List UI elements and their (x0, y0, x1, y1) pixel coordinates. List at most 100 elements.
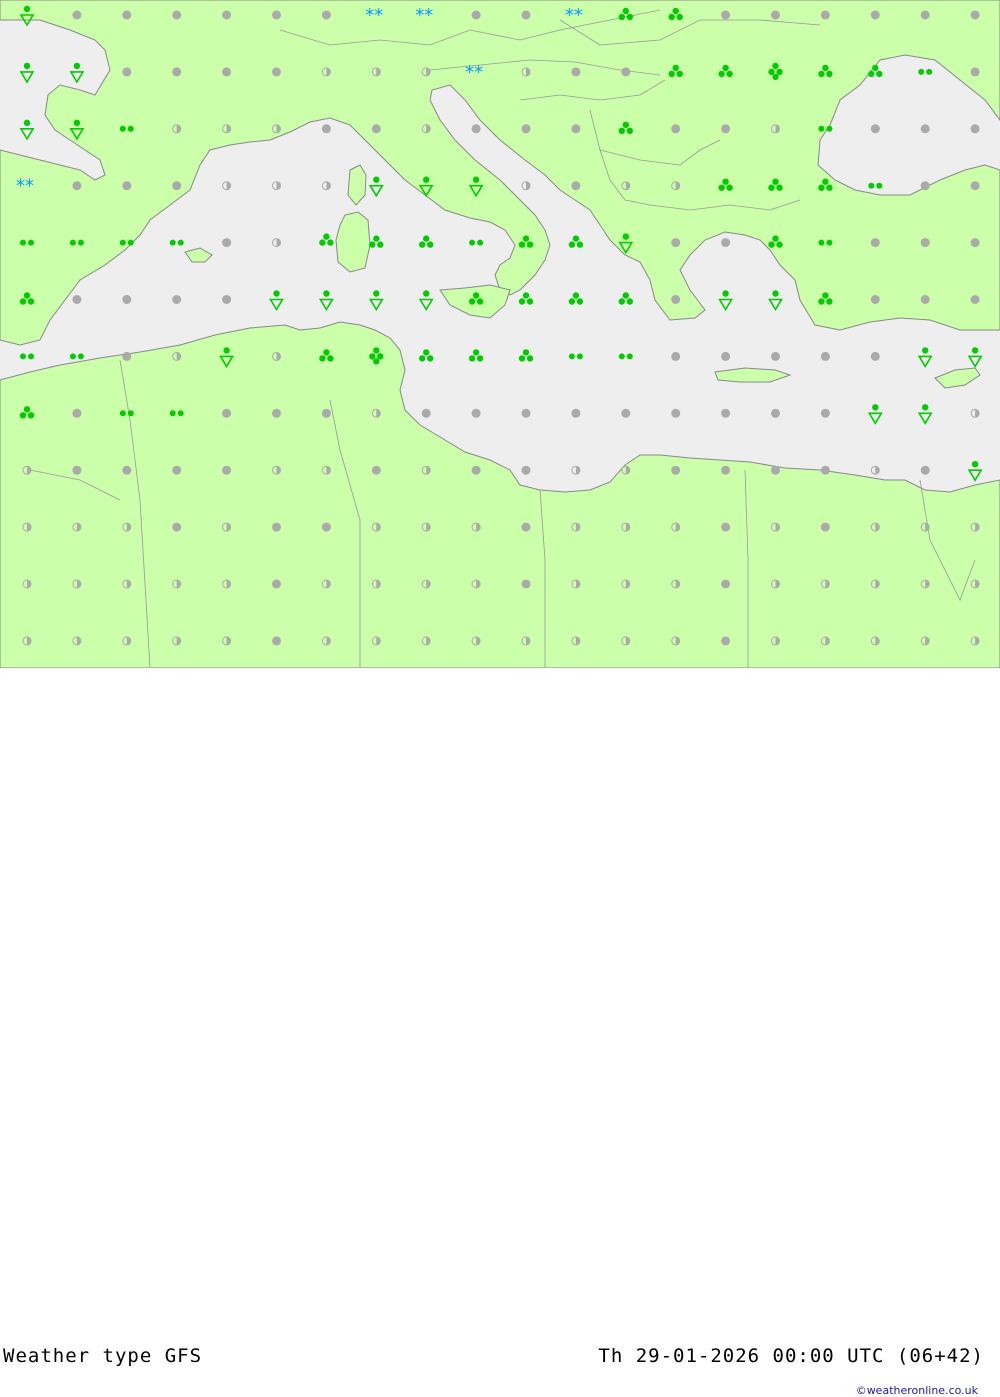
precip-dot (622, 292, 629, 299)
cloud-dot (820, 10, 830, 20)
cloud-dot (72, 181, 82, 191)
cloudy-icon (970, 10, 980, 20)
cloudy-icon (72, 408, 82, 418)
precip-dot (622, 7, 629, 15)
precip-dot (572, 292, 580, 299)
cloudy-icon (571, 408, 581, 418)
cloudy-icon (571, 67, 581, 77)
precip-dot (868, 70, 875, 78)
cloudy-icon (471, 465, 481, 475)
precip-dot (69, 239, 76, 246)
cloudy-icon (222, 295, 232, 304)
precip-dot (419, 241, 426, 248)
cloud-dot (72, 465, 82, 475)
precip-dot (423, 290, 430, 297)
cloudy-icon (970, 238, 980, 248)
cloud-dot (72, 10, 82, 20)
cloud-dot (122, 465, 132, 475)
precip-dot (876, 182, 883, 189)
precip-dot (427, 355, 434, 362)
precip-dot (323, 349, 330, 356)
precip-dot (19, 298, 27, 305)
cloudy-icon (721, 351, 731, 361)
cloud-dot (721, 238, 731, 248)
precip-dot (472, 176, 480, 183)
cloud-dot (122, 10, 132, 20)
cloud-dot (222, 408, 232, 418)
cloudy-icon (920, 10, 930, 20)
cloud-dot (721, 351, 731, 361)
precip-dot (726, 184, 733, 191)
footer: Weather type GFS Th 29-01-2026 00:00 UTC… (0, 668, 1000, 1397)
precip-dot (526, 298, 534, 305)
cloudy-icon (820, 351, 830, 361)
precip-dot (822, 64, 829, 72)
precip-dot (377, 241, 384, 248)
precip-dot (772, 62, 779, 70)
cloud-dot (621, 67, 631, 77)
precip-dot (718, 70, 725, 78)
precip-dot (568, 353, 575, 360)
cloudy-icon (72, 295, 82, 304)
cloudy-icon (471, 408, 481, 418)
precip-dot (472, 292, 480, 299)
cloudy-icon (970, 295, 980, 304)
svg-text:**: ** (465, 62, 483, 83)
cloud-dot (771, 408, 780, 418)
cloudy-icon (471, 10, 481, 20)
precip-dot (69, 353, 76, 360)
precip-dot (672, 7, 679, 15)
precip-dot (127, 410, 134, 417)
precip-dot (526, 241, 534, 248)
cloudy-icon (920, 238, 930, 248)
cloudy-icon (920, 465, 930, 475)
cloudy-icon (321, 10, 331, 20)
snow-icon: ** (565, 5, 583, 26)
cloudy-icon (122, 351, 132, 361)
cloud-dot (521, 408, 531, 418)
precip-dot (373, 176, 380, 183)
cloud-dot (970, 181, 980, 191)
cloud-dot (371, 465, 381, 475)
cloud-dot (771, 465, 780, 475)
cloud-dot (272, 579, 281, 589)
cloud-dot (172, 10, 182, 20)
precip-dot (23, 5, 31, 13)
precip-dot (20, 353, 26, 360)
precip-dot (776, 184, 783, 191)
cloudy-icon (771, 465, 780, 475)
precip-dot (119, 125, 126, 132)
cloud-dot (671, 124, 681, 134)
cloud-dot (272, 522, 281, 532)
precip-dot (319, 239, 326, 246)
cloud-dot (721, 124, 731, 134)
precip-dot (618, 13, 625, 21)
precip-dot (522, 349, 530, 356)
cloudy-icon (371, 124, 381, 134)
cloudy-icon (571, 124, 581, 134)
cloud-dot (771, 10, 780, 20)
cloudy-icon (820, 408, 830, 418)
precip-dot (826, 239, 833, 246)
precip-dot (476, 298, 484, 305)
svg-text:**: ** (365, 5, 383, 26)
cloudy-icon (521, 522, 531, 532)
cloudy-icon (371, 465, 381, 475)
precip-dot (772, 178, 779, 185)
precip-dot (323, 233, 330, 240)
cloudy-icon (671, 408, 681, 418)
cloudy-icon (671, 295, 681, 304)
cloud-dot (870, 10, 880, 20)
cloudy-icon (671, 238, 681, 248)
precip-dot (177, 239, 184, 246)
precip-dot (772, 290, 779, 297)
cloud-dot (172, 67, 182, 77)
credit-link[interactable]: ©weatheronline.co.uk (856, 1384, 978, 1397)
precip-dot (323, 290, 330, 297)
precip-dot (776, 241, 783, 248)
precip-dot (518, 298, 526, 305)
precip-dot (768, 241, 775, 248)
cloud-dot (172, 181, 182, 191)
cloud-dot (571, 408, 581, 418)
cloud-dot (272, 636, 281, 646)
